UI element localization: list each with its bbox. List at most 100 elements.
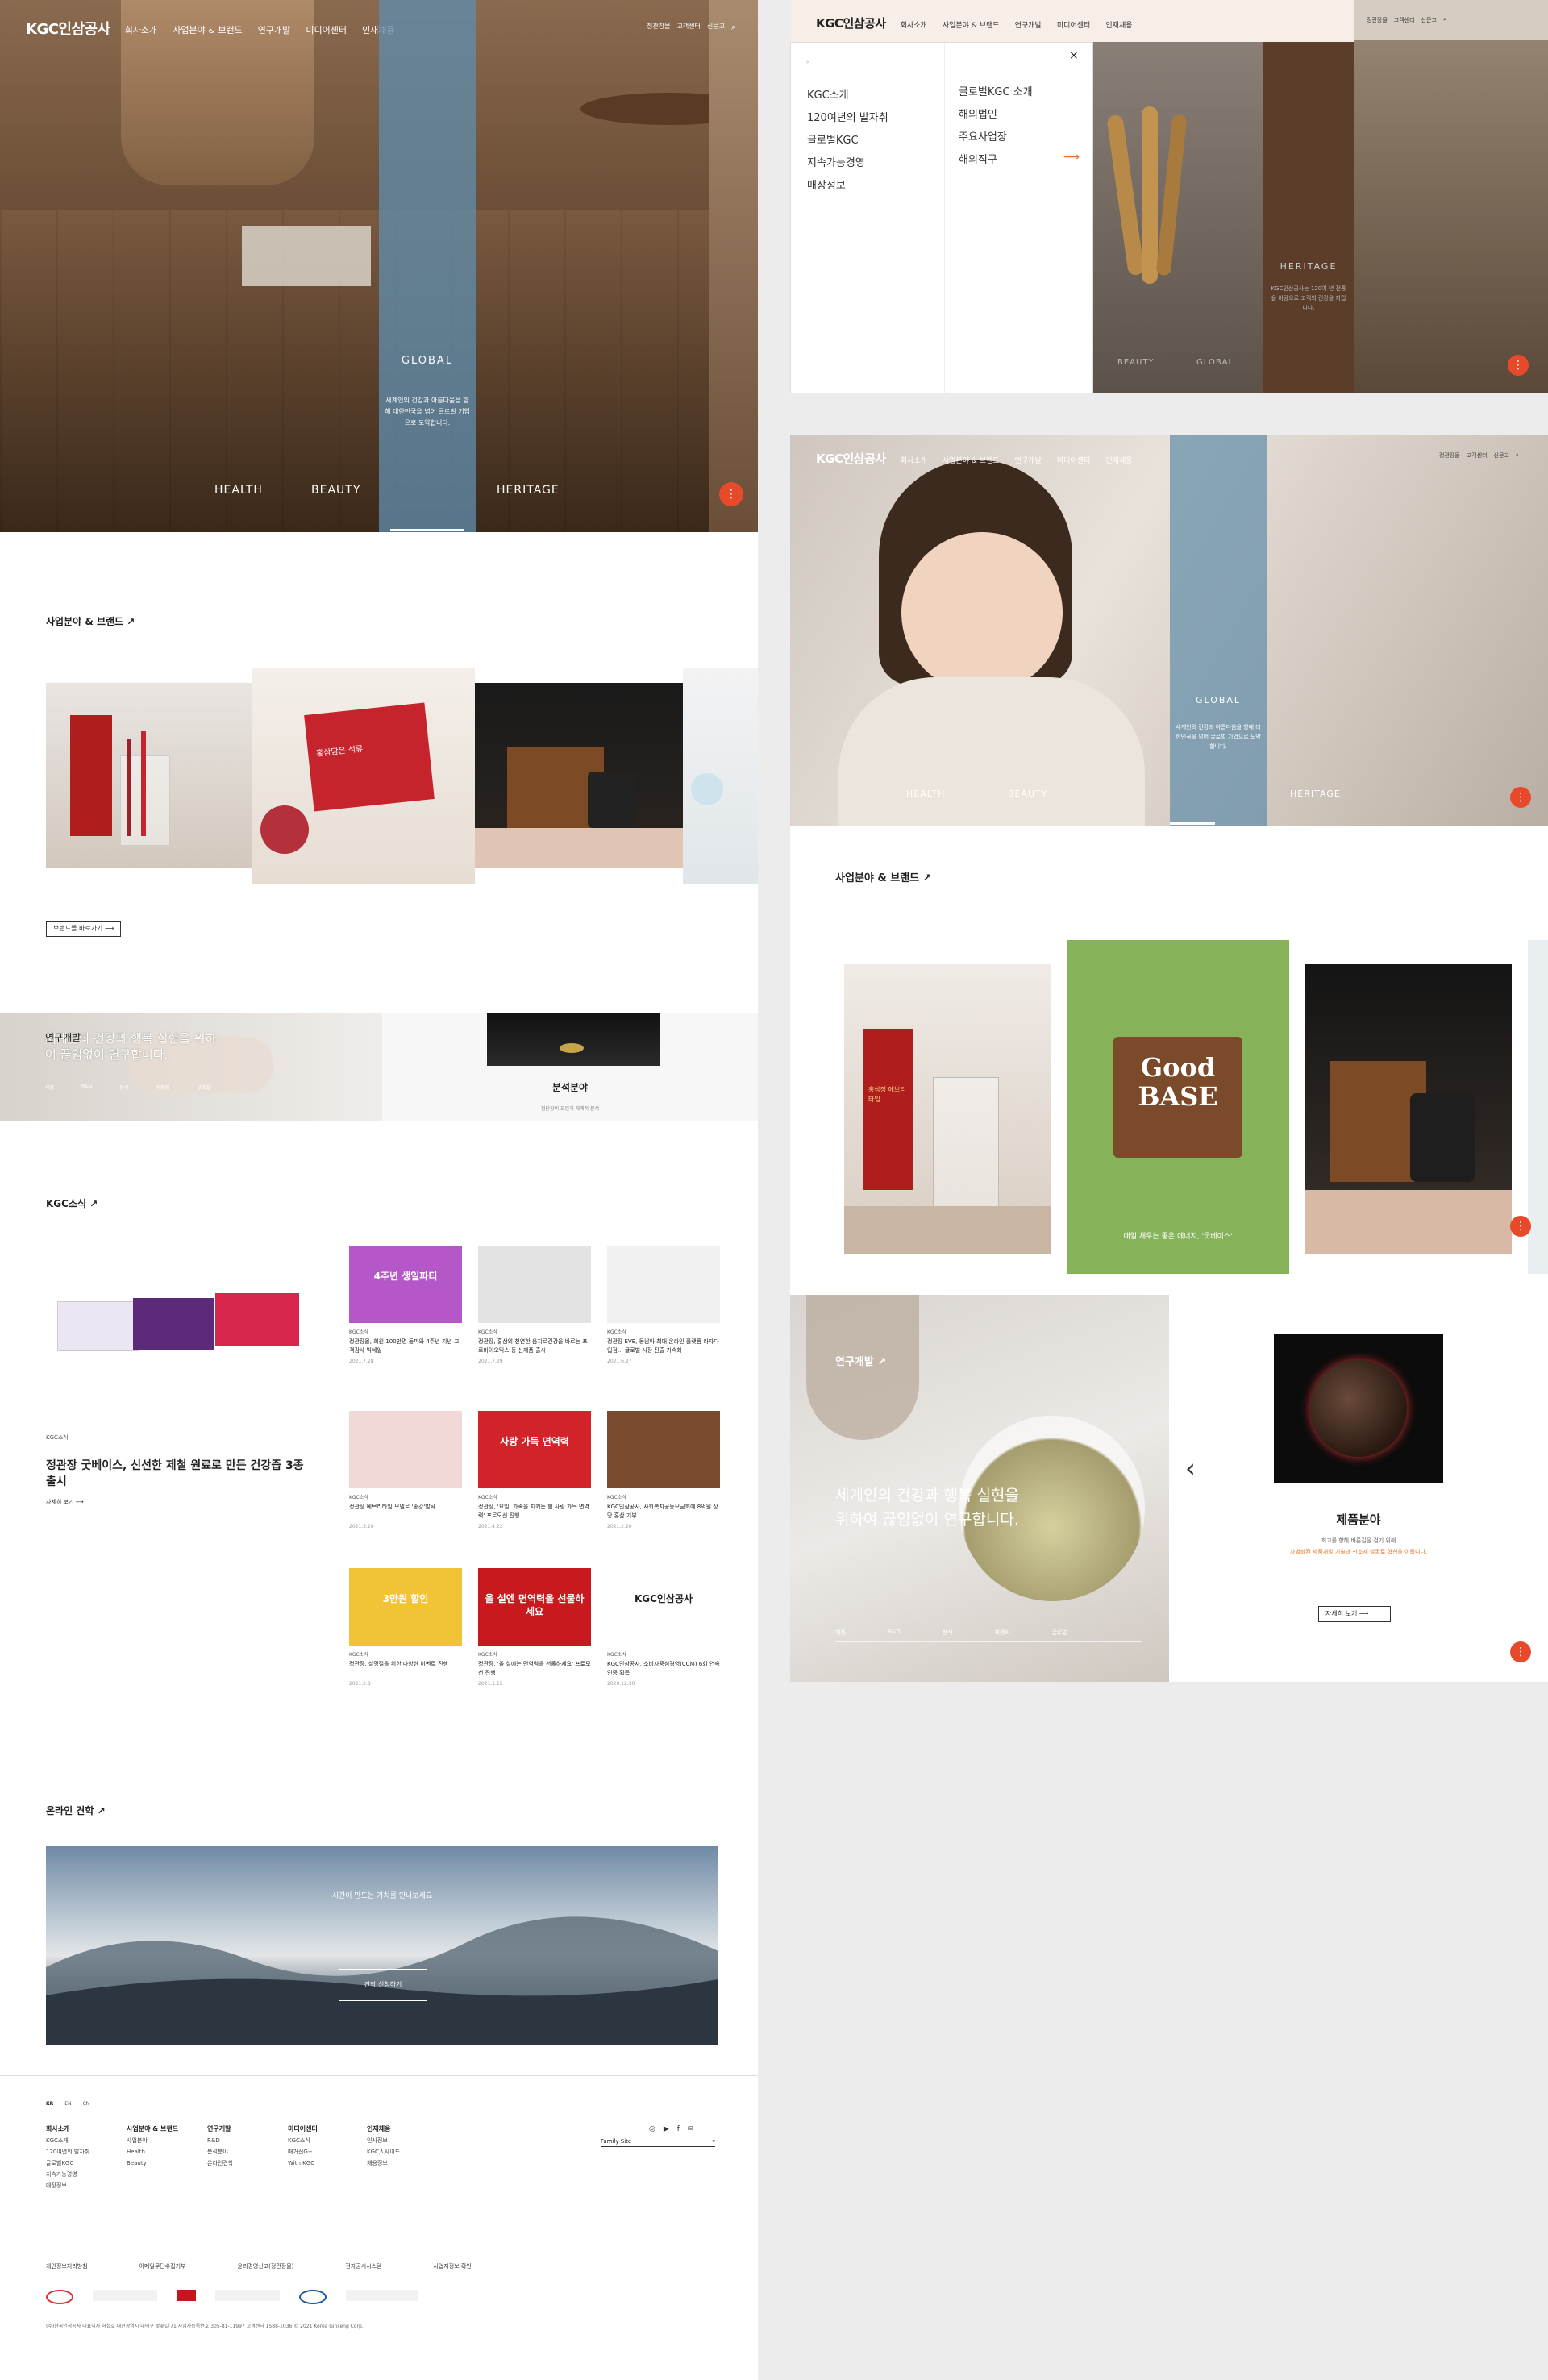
footer-link[interactable]: 지속가능경영: [46, 2169, 89, 2180]
news-thumbnail[interactable]: [349, 1411, 462, 1488]
online-tour-title[interactable]: 온라인 견학 ↗: [46, 1804, 106, 1817]
news-title[interactable]: 정관장, '올 설에는 면역력을 선물하세요' 프로모션 진행: [478, 1660, 591, 1678]
news-featured-title[interactable]: 정관장 굿베이스, 신선한 제철 원료로 만든 건강즙 3종 출시: [46, 1458, 307, 1490]
dropdown-left-item[interactable]: 지속가능경영: [807, 154, 865, 169]
footer-link[interactable]: 분석분야: [207, 2146, 233, 2157]
dropdown-left-item[interactable]: 120여년의 발자취: [807, 109, 888, 124]
online-tour-banner[interactable]: 시간이 만드는 가치를 만나보세요 견학 신청하기: [46, 1846, 718, 2045]
footer-link[interactable]: 인사정보: [367, 2135, 400, 2146]
floating-menu-button[interactable]: ⋮: [1510, 1216, 1531, 1237]
hero-category-beauty[interactable]: BEAUTY: [1008, 788, 1048, 799]
menu-item-business[interactable]: 사업분야 & 브랜드: [943, 457, 1000, 465]
footer-column-title[interactable]: 사업분야 & 브랜드: [127, 2125, 178, 2132]
footer-link[interactable]: 사업자정보 확인: [433, 2262, 471, 2270]
news-thumbnail[interactable]: 사랑 가득 면역력: [478, 1411, 591, 1488]
top-link-mall[interactable]: 정관장몰: [647, 22, 670, 33]
dropdown-right-item[interactable]: 해외직구: [959, 151, 997, 166]
product-card-everytime[interactable]: 홍삼정 에브리타임: [844, 964, 1051, 1254]
menu-item-career[interactable]: 인재채용: [1105, 457, 1132, 465]
hero-category-beauty[interactable]: BEAUTY: [311, 484, 360, 497]
menu-item-research[interactable]: 연구개발: [1015, 22, 1042, 30]
footer-link[interactable]: KGC人사이드: [367, 2146, 400, 2157]
research-tab[interactable]: 제품화: [156, 1084, 170, 1091]
news-title[interactable]: 정관장 EVE, 동남아 최대 온라인 플랫폼 라자다 입점... 글로벌 시장…: [607, 1338, 720, 1355]
youtube-icon[interactable]: ▶: [664, 2125, 669, 2133]
research-tab[interactable]: 제품화: [995, 1629, 1010, 1637]
footer-link[interactable]: 글로벌KGC: [46, 2157, 89, 2169]
product-card-black[interactable]: [1305, 964, 1512, 1254]
close-icon[interactable]: ×: [1069, 49, 1079, 62]
business-section-title[interactable]: 사업분야 & 브랜드 ↗: [46, 614, 135, 628]
footer-link[interactable]: 매장정보: [46, 2180, 89, 2191]
dropdown-left-item[interactable]: 글로벌KGC: [807, 131, 859, 147]
footer-column-title[interactable]: 미디어센터: [288, 2125, 318, 2132]
footer-link[interactable]: 이메일무단수집거부: [139, 2262, 186, 2270]
facebook-icon[interactable]: f: [677, 2125, 680, 2133]
footer-link[interactable]: 윤리경영신고(정관장몰): [238, 2262, 294, 2270]
dropdown-left-item[interactable]: KGC소개: [807, 86, 849, 102]
research-tab[interactable]: 제품: [45, 1084, 54, 1091]
logo[interactable]: KGC인삼공사: [26, 18, 110, 39]
search-icon[interactable]: ⌕: [731, 22, 736, 33]
product-card-goodbase[interactable]: 홍삼담은 석류: [252, 668, 475, 884]
research-tab[interactable]: R&D: [81, 1084, 92, 1091]
footer-link[interactable]: Beauty: [127, 2157, 178, 2169]
menu-item-research[interactable]: 연구개발: [1015, 457, 1042, 465]
product-card-everytime[interactable]: [46, 683, 252, 868]
footer-link[interactable]: KGC소식: [288, 2135, 318, 2146]
product-card-goodbase[interactable]: Good BASE 매일 채우는 좋은 에너지, '굿베이스': [1067, 940, 1289, 1274]
footer-link[interactable]: 채용정보: [367, 2157, 400, 2169]
news-thumbnail[interactable]: 올 설엔 면역력을 선물하세요: [478, 1568, 591, 1646]
news-thumbnail[interactable]: [607, 1411, 720, 1488]
news-title[interactable]: 정관장, 설명절을 위한 다양한 이벤트 진행: [349, 1660, 462, 1669]
lang-kr[interactable]: KR: [46, 2101, 53, 2107]
footer-link[interactable]: Health: [127, 2146, 178, 2157]
research-image[interactable]: 연구개발 ↗ 세계인의 건강과 행복 실현을 위하여 끊임없이 연구합니다. 제…: [790, 1295, 1169, 1682]
logo[interactable]: KGC인삼공사: [816, 450, 886, 467]
dropdown-right-item[interactable]: 주요사업장: [959, 128, 1007, 144]
dropdown-left-item[interactable]: 매장정보: [807, 177, 846, 192]
lang-en[interactable]: EN: [64, 2101, 71, 2107]
research-tab[interactable]: 글로벌: [197, 1084, 210, 1091]
news-title[interactable]: 정관장, '요일, 가족을 지키는 힘 사랑 가득 면역력' 프로모션 진행: [478, 1503, 591, 1521]
search-icon[interactable]: ⌕: [1516, 451, 1519, 460]
family-site-select[interactable]: Family Site ▾: [601, 2138, 715, 2147]
hero-category-health[interactable]: HEALTH: [906, 788, 945, 799]
news-title[interactable]: 정관장 에브리타임 모델로 '송강'발탁: [349, 1503, 462, 1512]
menu-item-career[interactable]: 인재채용: [1105, 22, 1132, 30]
dropdown-right-item[interactable]: 글로벌KGC 소개: [959, 83, 1033, 98]
research-tab[interactable]: 분석: [943, 1629, 953, 1637]
floating-menu-button[interactable]: ⋮: [719, 482, 743, 506]
hero-category-health[interactable]: HEALTH: [214, 484, 263, 497]
top-link-mall[interactable]: 정관장몰: [1367, 16, 1388, 24]
prev-arrow-icon[interactable]: ‹: [1185, 1453, 1196, 1483]
menu-item-business[interactable]: 사업분야 & 브랜드: [943, 22, 1000, 30]
footer-link[interactable]: 120여년의 발자취: [46, 2146, 89, 2157]
news-thumbnail[interactable]: KGC인삼공사: [607, 1568, 720, 1646]
news-title[interactable]: 정관장, 홍삼의 천연한 음지로건강을 바르는 프로바이오틱스 등 신제품 출시: [478, 1338, 591, 1355]
research-tab[interactable]: 글로벌: [1052, 1629, 1067, 1637]
floating-menu-button[interactable]: ⋮: [1510, 1641, 1531, 1662]
news-thumbnail[interactable]: [478, 1246, 591, 1323]
menu-item-company[interactable]: 회사소개: [901, 22, 927, 30]
menu-item-company[interactable]: 회사소개: [901, 457, 927, 465]
footer-link[interactable]: 온라인견학: [207, 2157, 233, 2169]
business-section-title[interactable]: 사업분야 & 브랜드 ↗: [835, 869, 932, 884]
research-title[interactable]: 연구개발 ↗: [835, 1353, 886, 1368]
heritage-band[interactable]: HERITAGE KGC인삼공사는 120여 년 전통을 바탕으로 고객의 건강…: [1263, 42, 1354, 393]
news-section-title[interactable]: KGC소식 ↗: [46, 1196, 98, 1210]
news-title[interactable]: KGC인삼공사, 사회복지공동모금회에 8억원 상당 홍삼 기부: [607, 1503, 720, 1521]
top-link-petition[interactable]: 신문고: [707, 22, 725, 33]
instagram-icon[interactable]: ◎: [649, 2125, 655, 2133]
news-featured-more[interactable]: 자세히 보기 ⟶: [46, 1498, 84, 1506]
brand-mall-button[interactable]: 브랜드몰 바로가기 ⟶: [46, 921, 122, 937]
research-tab[interactable]: R&D: [888, 1629, 901, 1637]
top-link-mall[interactable]: 정관장몰: [1439, 451, 1460, 460]
footer-link[interactable]: KGC소개: [46, 2135, 89, 2146]
message-icon[interactable]: ✉: [688, 2125, 694, 2133]
product-card-next[interactable]: [683, 668, 758, 884]
menu-item-media[interactable]: 미디어센터: [1057, 22, 1090, 30]
logo[interactable]: KGC인삼공사: [816, 15, 886, 31]
top-link-cs[interactable]: 고객센터: [1467, 451, 1488, 460]
news-thumbnail[interactable]: [607, 1246, 720, 1323]
